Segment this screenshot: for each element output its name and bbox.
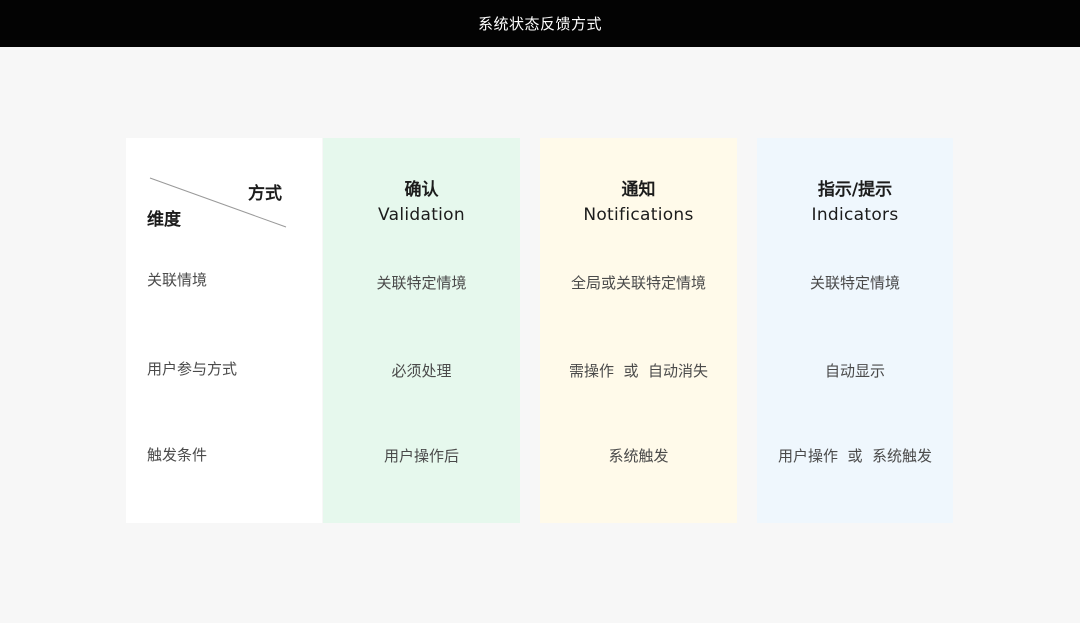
cell-notifications-trigger: 系统触发: [608, 447, 669, 465]
row-label-context: 关联情境: [147, 271, 208, 289]
column-title-en: Indicators: [811, 205, 899, 225]
column-title-en: Validation: [378, 205, 465, 225]
corner-label-method: 方式: [248, 184, 282, 204]
cell-validation-participation: 必须处理: [391, 362, 452, 380]
page-title-bar: 系统状态反馈方式: [0, 0, 1080, 47]
dimension-column: 方式 维度 关联情境 用户参与方式 触发条件: [126, 138, 322, 523]
column-title-zh: 指示/提示: [817, 180, 893, 200]
corner-label-dimension: 维度: [147, 210, 181, 230]
row-label-participation: 用户参与方式: [147, 360, 238, 378]
column-header-indicators: 指示/提示 Indicators: [757, 178, 953, 228]
column-header-notifications: 通知 Notifications: [540, 178, 737, 228]
cell-validation-trigger: 用户操作后: [383, 447, 459, 465]
column-header-validation: 确认 Validation: [323, 178, 520, 228]
header-corner: 方式 维度: [126, 138, 322, 238]
cell-notifications-participation: 需操作 或 自动消失: [568, 362, 709, 380]
page-title: 系统状态反馈方式: [477, 15, 602, 33]
column-title-zh: 确认: [404, 180, 439, 200]
cell-indicators-participation: 自动显示: [824, 362, 885, 380]
cell-notifications-context: 全局或关联特定情境: [570, 274, 706, 292]
cell-indicators-context: 关联特定情境: [809, 274, 900, 292]
column-indicators: 指示/提示 Indicators 关联特定情境 自动显示 用户操作 或 系统触发: [757, 138, 953, 523]
cell-validation-context: 关联特定情境: [376, 274, 467, 292]
column-notifications: 通知 Notifications 全局或关联特定情境 需操作 或 自动消失 系统…: [540, 138, 737, 523]
column-validation: 确认 Validation 关联特定情境 必须处理 用户操作后: [323, 138, 520, 523]
column-title-en: Notifications: [583, 205, 694, 225]
row-label-trigger: 触发条件: [147, 446, 208, 464]
cell-indicators-trigger: 用户操作 或 系统触发: [777, 447, 933, 465]
column-title-zh: 通知: [621, 180, 656, 200]
